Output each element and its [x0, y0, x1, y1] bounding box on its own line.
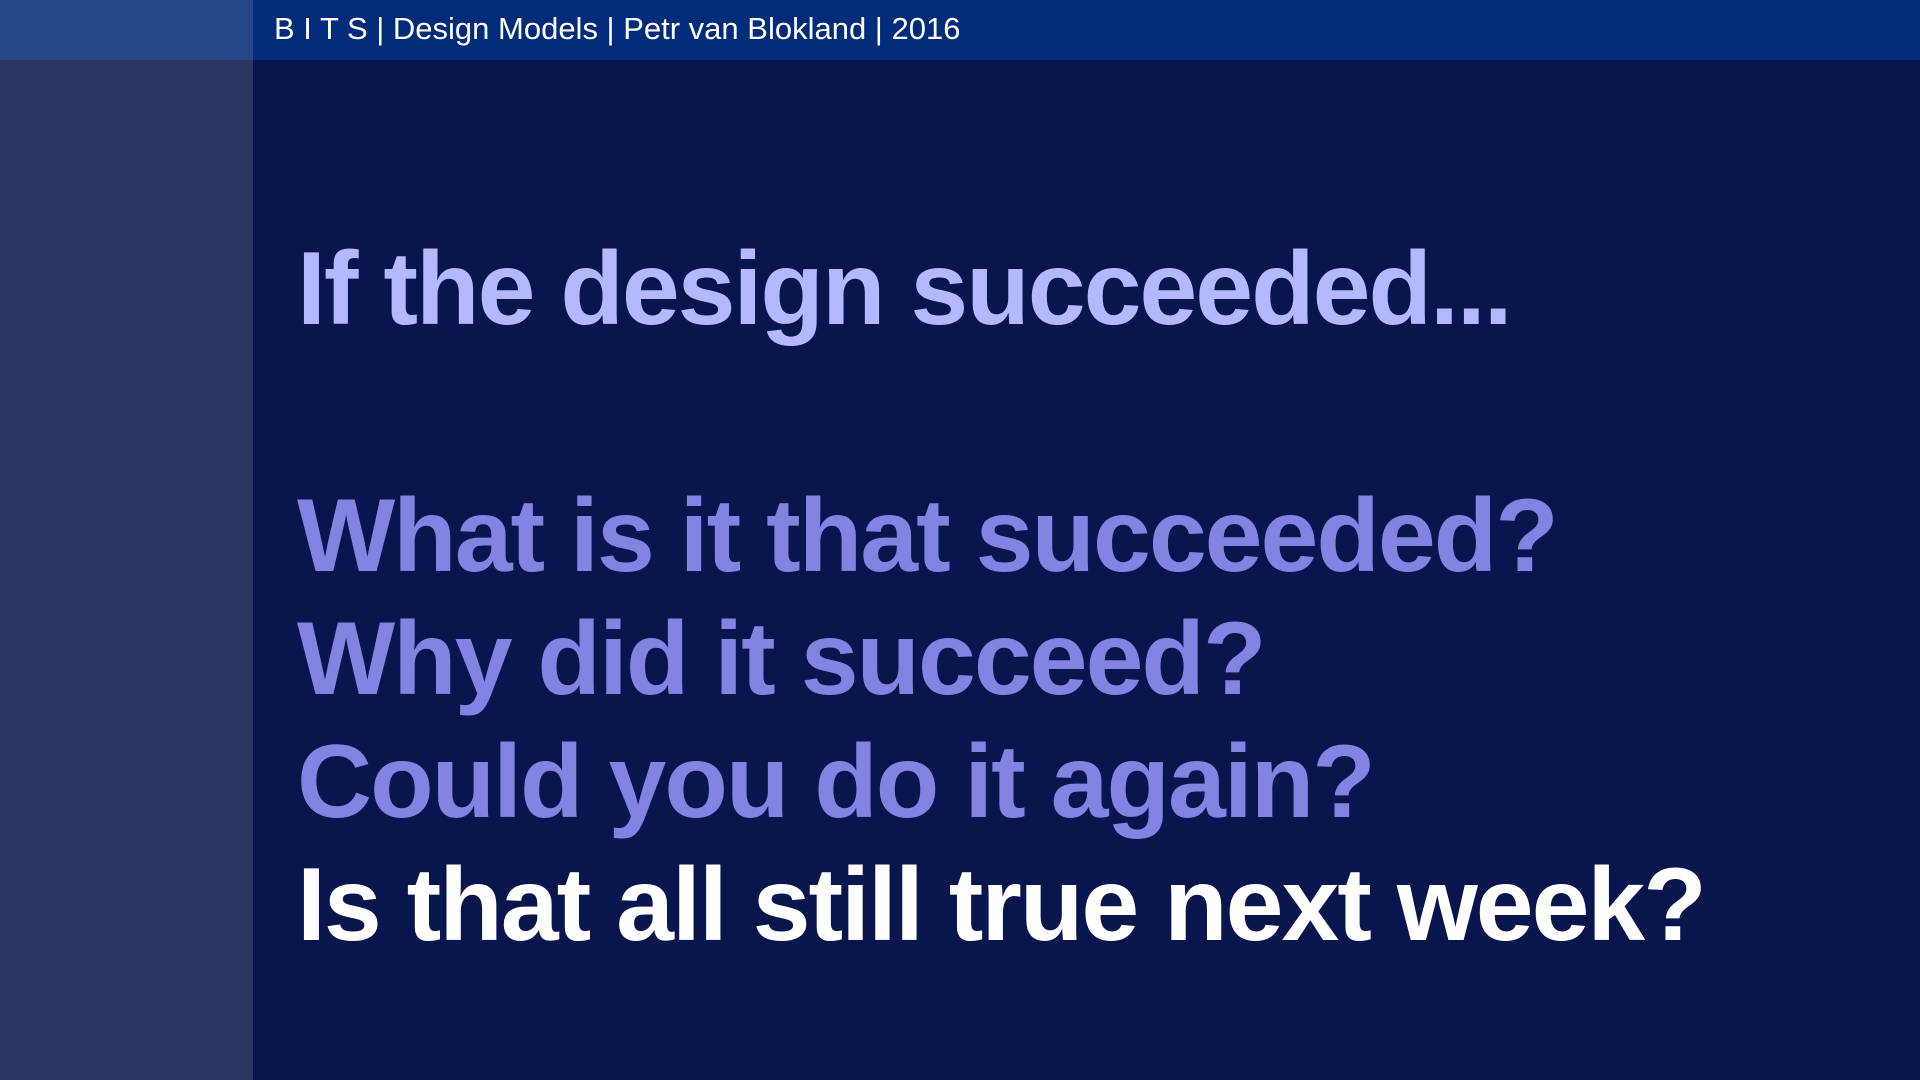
- slide-line-1: If the design succeeded...: [297, 231, 1513, 347]
- slide-line-5: Is that all still true next week?: [297, 847, 1707, 963]
- top-bar: B I T S | Design Models | Petr van Blokl…: [0, 0, 1920, 60]
- header-text: B I T S | Design Models | Petr van Blokl…: [274, 11, 961, 46]
- left-sidebar: [0, 60, 253, 1080]
- slide-line-4: Could you do it again?: [297, 724, 1376, 840]
- top-bar-left-block: [0, 0, 253, 60]
- slide: B I T S | Design Models | Petr van Blokl…: [0, 0, 1920, 1080]
- slide-line-3: Why did it succeed?: [297, 601, 1266, 717]
- slide-line-2: What is it that succeeded?: [297, 478, 1559, 594]
